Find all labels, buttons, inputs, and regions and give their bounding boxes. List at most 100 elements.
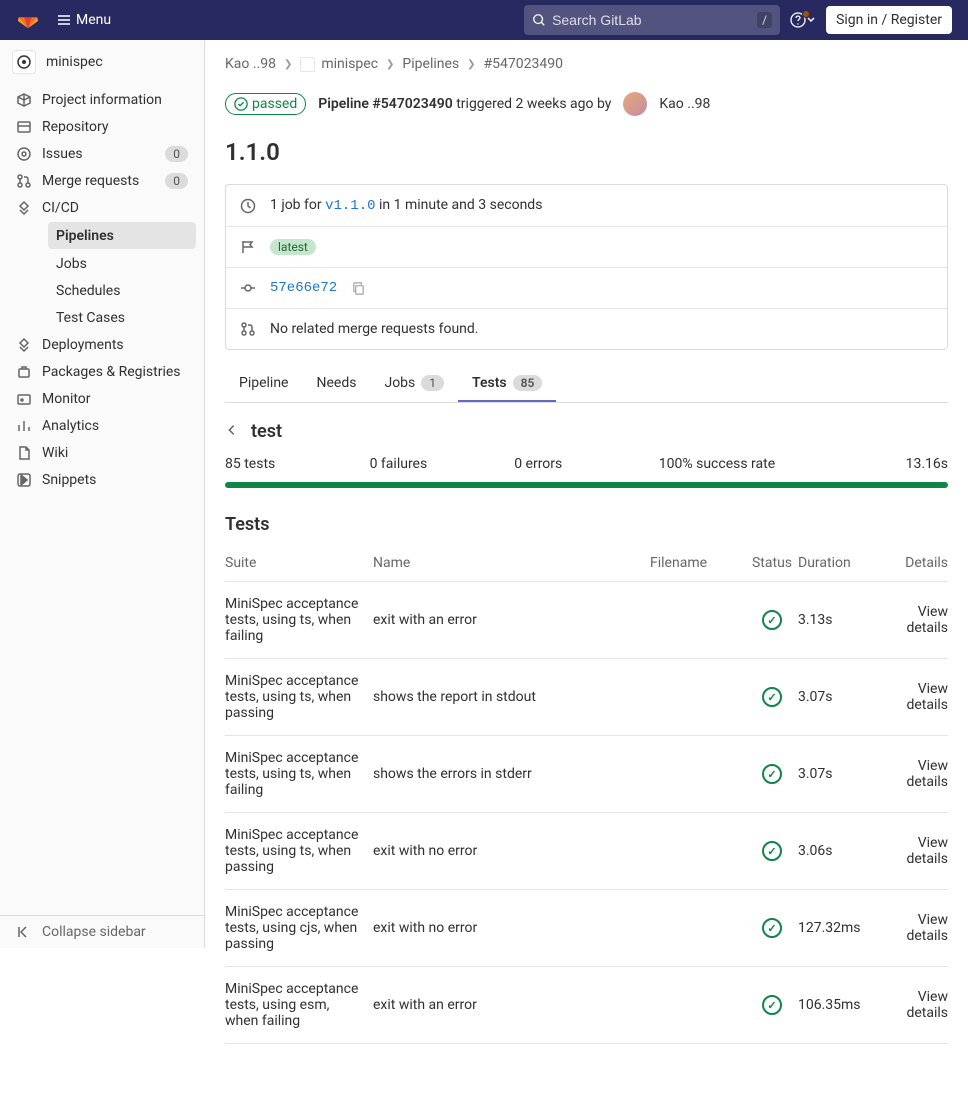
view-details-button[interactable]: View details: [906, 758, 948, 790]
back-arrow-icon[interactable]: [225, 423, 239, 441]
sidebar-subitem-pipelines[interactable]: Pipelines: [48, 222, 196, 249]
tab-needs[interactable]: Needs: [303, 364, 371, 402]
copy-icon[interactable]: [351, 281, 366, 296]
global-search[interactable]: /: [524, 5, 780, 35]
table-row: MiniSpec acceptance tests, using ts, whe…: [225, 659, 948, 736]
pipeline-title: Pipeline #547023490: [318, 96, 452, 112]
sidebar-subitem-jobs[interactable]: Jobs: [40, 250, 204, 277]
cell-suite: MiniSpec acceptance tests, using ts, whe…: [225, 827, 373, 875]
by-text: by: [597, 96, 611, 112]
nav-label: Analytics: [42, 418, 188, 434]
breadcrumb-owner[interactable]: Kao ..98: [225, 56, 276, 72]
cell-duration: 106.35ms: [798, 997, 873, 1013]
collapse-label: Collapse sidebar: [42, 924, 146, 940]
sidebar-item-issues[interactable]: Issues0: [0, 140, 204, 167]
breadcrumb-section[interactable]: Pipelines: [402, 56, 459, 72]
commit-sha-link[interactable]: 57e66e72: [270, 280, 337, 296]
breadcrumb-project[interactable]: minispec: [321, 56, 378, 72]
project-header[interactable]: minispec: [0, 40, 204, 84]
summary-stat: 13.16s: [803, 456, 948, 472]
sidebar-item-project-information[interactable]: Project information: [0, 86, 204, 113]
gitlab-logo-icon[interactable]: [16, 8, 40, 32]
nav-label: Repository: [42, 119, 188, 135]
job-count-text: 1 job for: [270, 197, 322, 213]
sidebar-item-snippets[interactable]: Snippets: [0, 466, 204, 493]
nav-icon: [16, 146, 32, 162]
nav-icon: [16, 391, 32, 407]
search-icon: [532, 13, 546, 27]
view-details-button[interactable]: View details: [906, 989, 948, 1021]
chevron-right-icon: ❯: [386, 59, 394, 70]
tab-tests[interactable]: Tests85: [458, 364, 556, 402]
cell-duration: 3.07s: [798, 689, 873, 705]
tests-heading: Tests: [225, 514, 948, 535]
pipeline-tabs: PipelineNeedsJobs1Tests85: [225, 364, 948, 403]
job-duration-text: in 1 minute and 3 seconds: [379, 197, 542, 213]
summary-stat: 0 failures: [370, 456, 515, 472]
ref-link[interactable]: v1.1.0: [325, 198, 375, 214]
sidebar-subitem-schedules[interactable]: Schedules: [40, 277, 204, 304]
search-shortcut-hint: /: [757, 12, 772, 28]
sign-in-button[interactable]: Sign in / Register: [826, 6, 952, 34]
nav-label: Merge requests: [42, 173, 165, 189]
nav-label: Snippets: [42, 472, 188, 488]
menu-button[interactable]: Menu: [48, 8, 119, 32]
cell-status: [746, 764, 798, 784]
cell-status: [746, 841, 798, 861]
collapse-sidebar-button[interactable]: Collapse sidebar: [0, 915, 204, 948]
sidebar-item-repository[interactable]: Repository: [0, 113, 204, 140]
cell-duration: 3.07s: [798, 766, 873, 782]
sidebar-item-analytics[interactable]: Analytics: [0, 412, 204, 439]
status-passed-icon: [762, 995, 782, 1015]
nav-icon: [16, 364, 32, 380]
cell-suite: MiniSpec acceptance tests, using ts, whe…: [225, 750, 373, 798]
table-row: MiniSpec acceptance tests, using ts, whe…: [225, 582, 948, 659]
view-details-button[interactable]: View details: [906, 912, 948, 944]
commit-icon: [240, 280, 256, 296]
sidebar-item-wiki[interactable]: Wiki: [0, 439, 204, 466]
chevron-right-icon: ❯: [467, 59, 475, 70]
help-button[interactable]: [790, 12, 816, 28]
table-row: MiniSpec acceptance tests, using cjs, wh…: [225, 890, 948, 967]
user-avatar-icon[interactable]: [623, 92, 647, 116]
sidebar-item-deployments[interactable]: Deployments: [0, 331, 204, 358]
table-header: Suite Name Filename Status Duration Deta…: [225, 545, 948, 582]
col-header-details: Details: [873, 555, 948, 571]
sidebar-item-monitor[interactable]: Monitor: [0, 385, 204, 412]
pipeline-info-box: 1 job for v1.1.0 in 1 minute and 3 secon…: [225, 184, 948, 350]
summary-stat: 100% success rate: [659, 456, 804, 472]
view-details-button[interactable]: View details: [906, 681, 948, 713]
triggered-time: 2 weeks ago: [516, 96, 594, 112]
merge-request-icon: [240, 321, 256, 337]
sidebar-item-packages-registries[interactable]: Packages & Registries: [0, 358, 204, 385]
search-input[interactable]: [552, 12, 757, 28]
sidebar-subitem-test-cases[interactable]: Test Cases: [40, 304, 204, 331]
nav-icon: [16, 472, 32, 488]
cell-suite: MiniSpec acceptance tests, using cjs, wh…: [225, 904, 373, 952]
tab-jobs[interactable]: Jobs1: [370, 364, 458, 402]
sidebar-nav: Project informationRepositoryIssues0Merg…: [0, 84, 204, 915]
pipeline-header: passed Pipeline #547023490 triggered 2 w…: [225, 80, 948, 124]
nav-label: Project information: [42, 92, 188, 108]
tab-pipeline[interactable]: Pipeline: [225, 364, 303, 402]
collapse-icon: [16, 924, 32, 940]
view-details-button[interactable]: View details: [906, 835, 948, 867]
sidebar-item-merge-requests[interactable]: Merge requests0: [0, 167, 204, 194]
cell-status: [746, 995, 798, 1015]
status-passed-icon: [762, 841, 782, 861]
triggered-user[interactable]: Kao ..98: [659, 96, 710, 112]
project-avatar-icon: [12, 50, 36, 74]
status-passed-icon: [762, 764, 782, 784]
view-details-button[interactable]: View details: [906, 604, 948, 636]
col-header-duration: Duration: [798, 555, 873, 571]
tests-table: Suite Name Filename Status Duration Deta…: [225, 545, 948, 1044]
test-summary-stats: 85 tests0 failures0 errors100% success r…: [225, 456, 948, 472]
nav-label: Wiki: [42, 445, 188, 461]
table-row: MiniSpec acceptance tests, using esm, wh…: [225, 967, 948, 1044]
status-badge-passed[interactable]: passed: [225, 93, 306, 115]
nav-icon: [16, 92, 32, 108]
sidebar-item-ci-cd[interactable]: CI/CD: [0, 194, 204, 221]
nav-icon: [16, 337, 32, 353]
cell-status: [746, 918, 798, 938]
nav-icon: [16, 173, 32, 189]
